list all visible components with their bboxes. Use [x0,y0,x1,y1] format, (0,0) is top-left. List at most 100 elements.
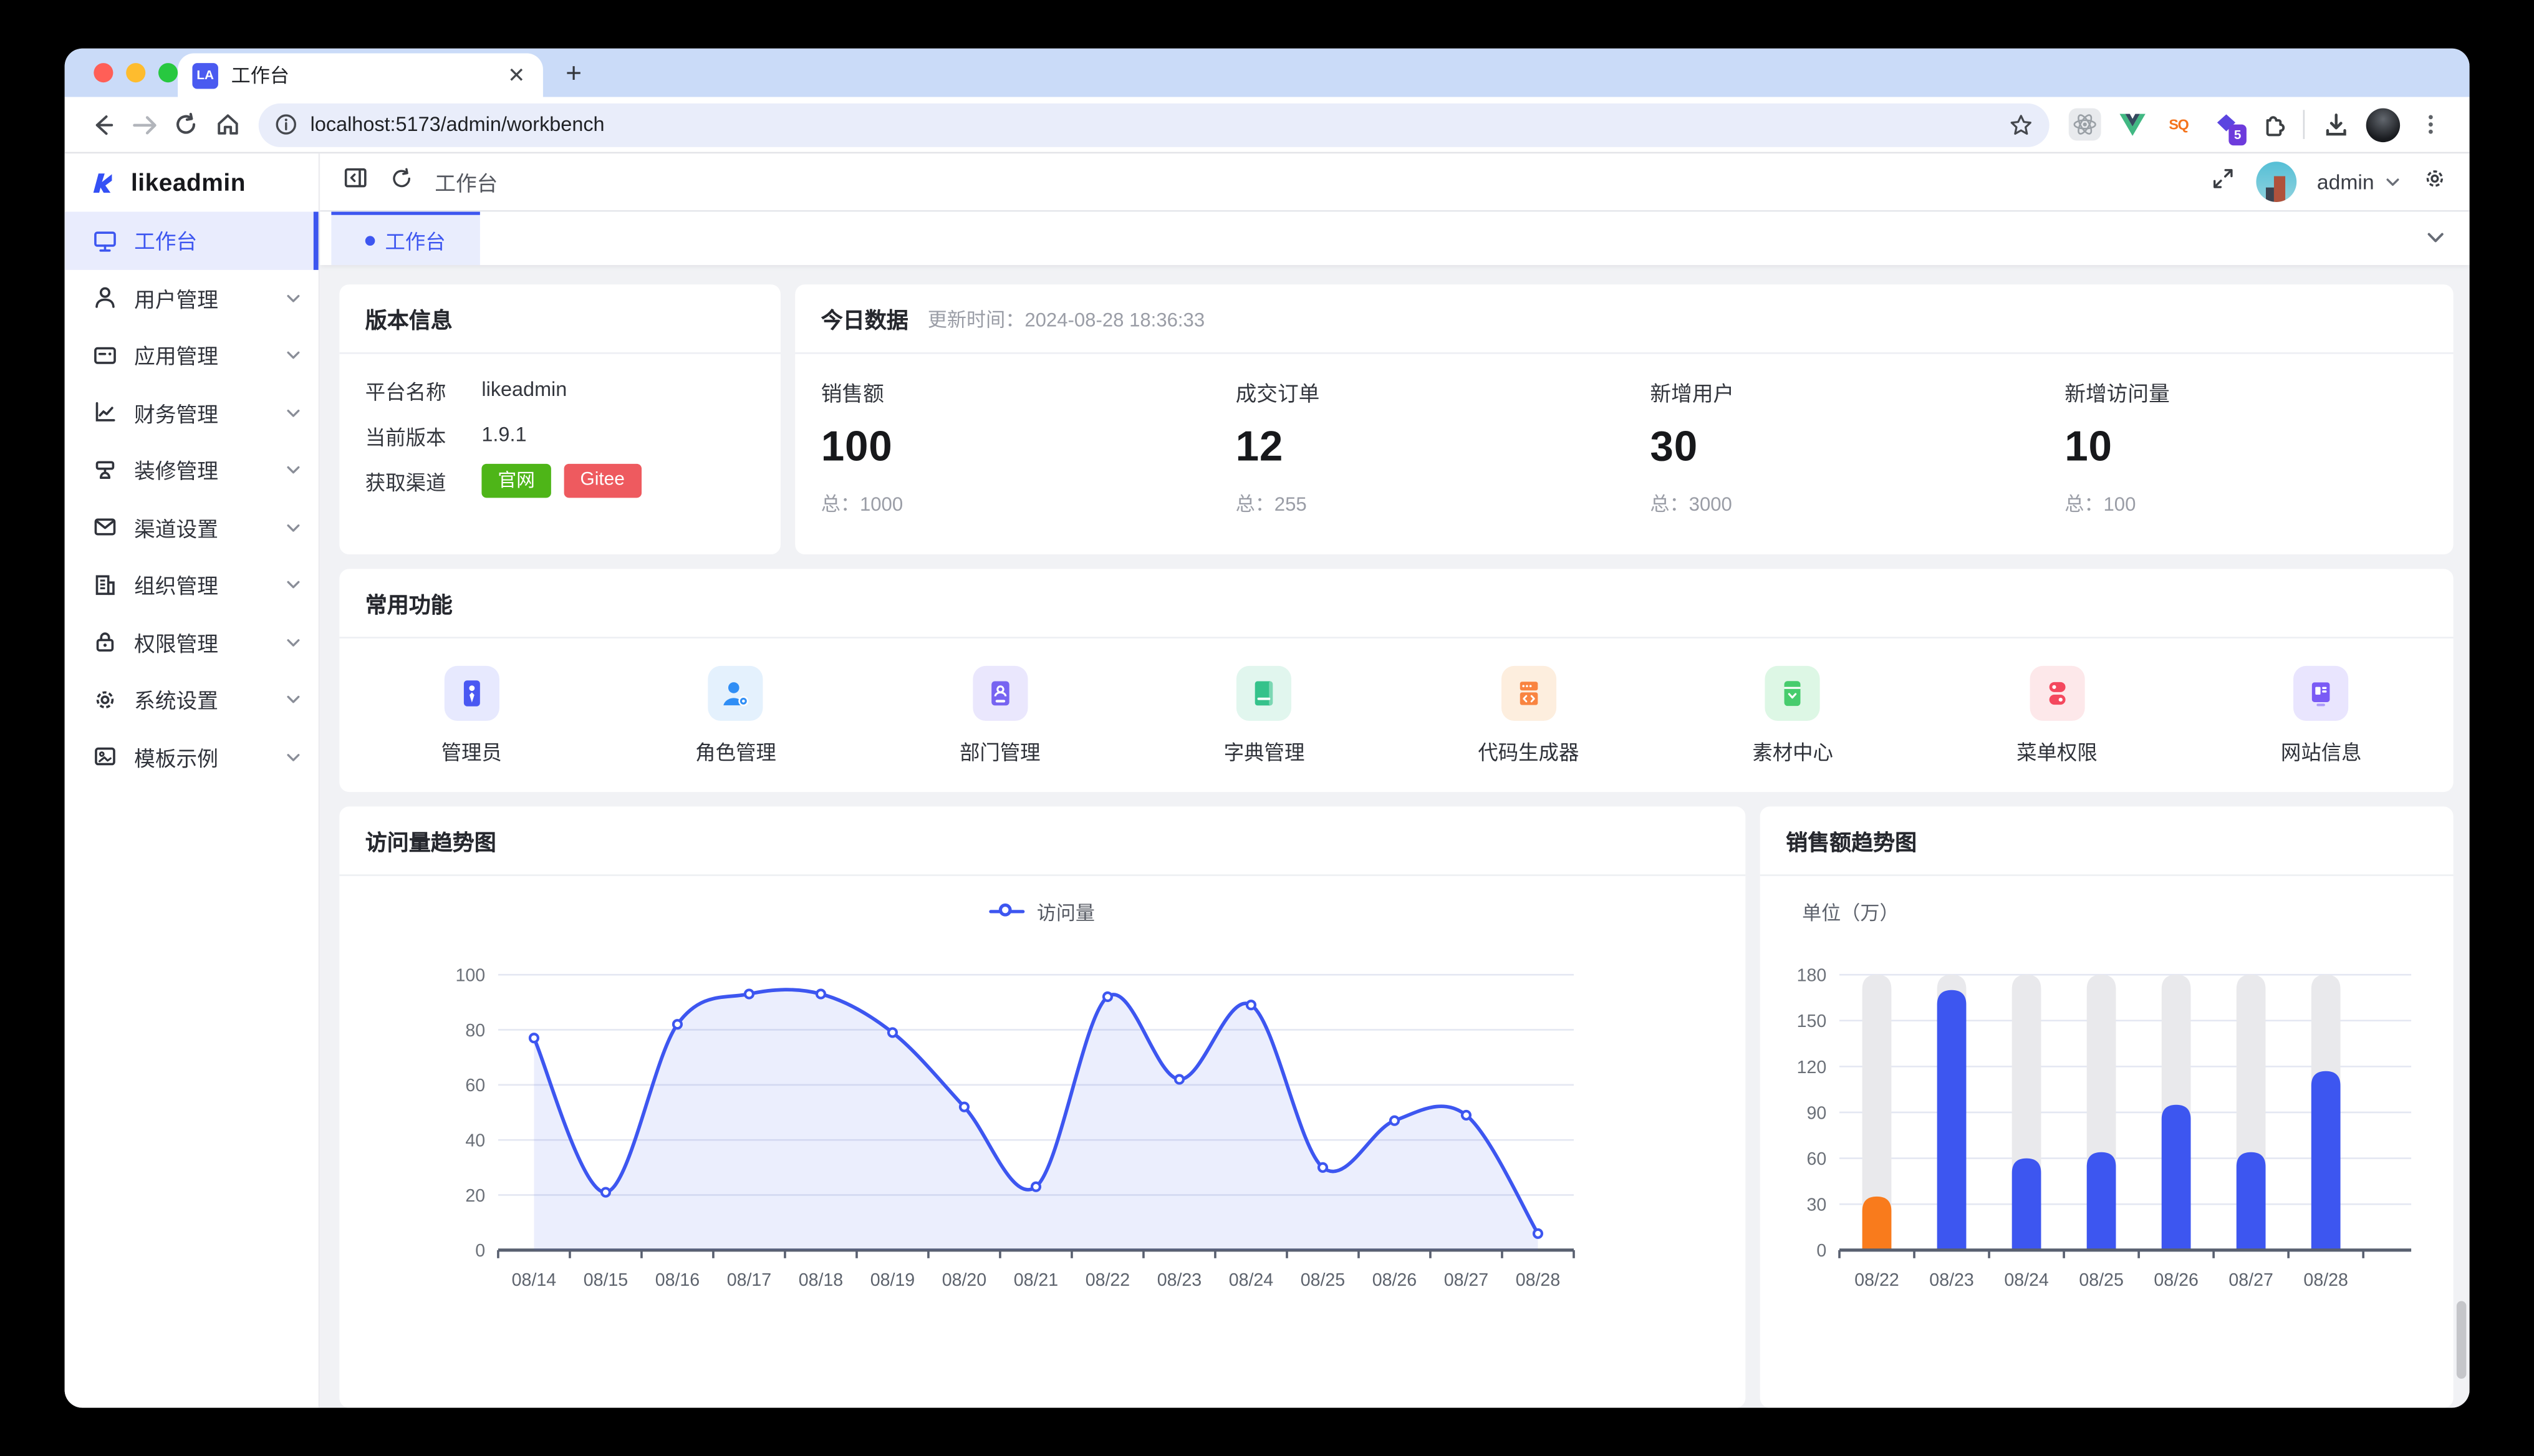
role-user-gear-icon [708,665,763,720]
site-info-icon[interactable] [275,113,297,135]
sidebar-item-template-examples[interactable]: 模板示例 [65,728,319,786]
back-icon[interactable] [81,104,123,145]
settings-gear-icon[interactable] [2422,166,2447,198]
function-material-center[interactable]: 素材中心 [1660,665,1925,766]
main-area: 工作台 admin [320,153,2469,1407]
svg-text:08/26: 08/26 [1372,1270,1417,1290]
sq-extension-icon[interactable]: SQ [2162,108,2195,141]
sidebar-item-organization[interactable]: 组织管理 [65,556,319,614]
official-site-button[interactable]: 官网 [481,463,551,497]
svg-text:08/22: 08/22 [1086,1270,1130,1290]
line-series-legend-icon [990,904,1026,920]
stat-new-users: 新增用户 30 总：3000 [1624,377,2039,554]
svg-text:08/23: 08/23 [1929,1270,1973,1290]
chevron-down-icon [284,461,302,479]
close-window-button[interactable] [94,63,113,82]
stat-orders: 成交订单 12 总：255 [1210,377,1624,554]
svg-text:08/17: 08/17 [727,1270,771,1290]
sider-extension-icon[interactable]: 5 [2209,108,2242,141]
card-title: 销售额趋势图 [1786,824,1917,857]
svg-text:08/20: 08/20 [942,1270,986,1290]
sidebar-item-finance[interactable]: 财务管理 [65,384,319,441]
menu-permissions-toggle-icon [2030,665,2084,720]
svg-text:08/21: 08/21 [1014,1270,1058,1290]
sidebar-item-permissions[interactable]: 权限管理 [65,614,319,671]
function-code-generator[interactable]: 代码生成器 [1396,665,1660,766]
sidebar-item-label: 系统设置 [134,684,268,715]
extensions-row: SQ 5 [2062,107,2453,141]
svg-text:0: 0 [1816,1241,1826,1261]
home-icon[interactable] [207,104,249,145]
visits-trend-card: 访问量趋势图 访问量 02040608010008/1408/1508/1608… [339,806,1745,1407]
function-departments[interactable]: 部门管理 [868,665,1132,766]
sidebar-item-label: 装修管理 [134,455,268,485]
browser-profile-avatar[interactable] [2366,107,2400,141]
function-roles[interactable]: 角色管理 [604,665,868,766]
user-avatar[interactable] [2255,162,2296,202]
bookmark-star-icon[interactable] [2009,112,2033,137]
admin-app: likeadmin 工作台 用户管理 应用管理 [65,153,2470,1407]
function-menu-permissions[interactable]: 菜单权限 [1925,665,2189,766]
react-devtools-icon[interactable] [2069,108,2101,141]
user-icon [92,285,118,311]
tab-close-icon[interactable]: ✕ [504,65,529,86]
function-dictionary[interactable]: 字典管理 [1132,665,1397,766]
monitor-icon [92,228,118,253]
downloads-icon[interactable] [2320,108,2352,141]
sales-bar-chart: 030609012015018008/2208/2308/2408/2508/2… [1760,926,2454,1334]
tag-bar: 工作台 [320,212,2469,266]
sidebar-item-channels[interactable]: 渠道设置 [65,499,319,556]
y-axis-unit-label: 单位（万） [1802,899,2454,926]
function-site-info[interactable]: 网站信息 [2189,665,2454,766]
dictionary-book-icon [1237,665,1292,720]
minimize-window-button[interactable] [126,63,145,82]
svg-text:08/19: 08/19 [870,1270,915,1290]
sidebar-item-system-settings[interactable]: 系统设置 [65,671,319,728]
browser-tab[interactable]: LA 工作台 ✕ [178,54,543,97]
sidebar-item-decoration[interactable]: 装修管理 [65,441,319,499]
new-tab-button[interactable]: + [566,58,582,90]
vue-devtools-icon[interactable] [2116,108,2148,141]
tag-workbench[interactable]: 工作台 [331,212,479,266]
macos-traffic-lights [94,63,178,82]
tab-title: 工作台 [231,61,492,89]
sidebar-item-label: 渠道设置 [134,512,268,542]
card-title: 今日数据 [821,302,908,335]
sidebar-item-applications[interactable]: 应用管理 [65,327,319,384]
admin-badge-icon [444,665,499,720]
function-admin[interactable]: 管理员 [339,665,604,766]
department-idcard-icon [973,665,1028,720]
zoom-window-button[interactable] [158,63,178,82]
collapse-sidebar-icon[interactable] [343,165,369,198]
gitee-button[interactable]: Gitee [564,463,641,497]
stat-new-visits: 新增访问量 10 总：100 [2039,377,2454,554]
svg-text:180: 180 [1797,966,1827,986]
refresh-icon[interactable] [390,166,414,198]
reload-icon[interactable] [165,104,206,145]
today-data-card: 今日数据 更新时间：2024-08-28 18:36:33 销售额 100 总：… [795,284,2453,554]
chart-legend[interactable]: 访问量 [339,897,1745,927]
extensions-puzzle-icon[interactable] [2256,108,2288,141]
svg-text:08/22: 08/22 [1854,1270,1899,1290]
fullscreen-icon[interactable] [2210,166,2235,198]
browser-menu-kebab-icon[interactable] [2414,108,2447,141]
brand[interactable]: likeadmin [65,153,319,211]
channel-row: 获取渠道 官网 Gitee [365,458,755,503]
tagbar-chevron-down-icon[interactable] [2424,226,2447,257]
address-bar[interactable]: localhost:5173/admin/workbench [259,103,2050,147]
user-chevron-down-icon[interactable] [2384,173,2402,191]
username[interactable]: admin [2317,170,2374,194]
sidebar-item-workbench[interactable]: 工作台 [65,212,319,269]
svg-text:120: 120 [1797,1058,1827,1078]
svg-text:08/28: 08/28 [1516,1270,1560,1290]
svg-text:08/14: 08/14 [512,1270,557,1290]
common-functions-card: 常用功能 管理员 [339,569,2453,792]
sidebar-item-users[interactable]: 用户管理 [65,269,319,327]
mail-icon [92,514,118,540]
svg-text:40: 40 [465,1131,485,1151]
browser-toolbar: localhost:5173/admin/workbench SQ 5 [65,97,2470,154]
scrollbar-thumb[interactable] [2457,1301,2467,1379]
forward-icon[interactable] [123,104,165,145]
svg-text:08/24: 08/24 [1229,1270,1274,1290]
chevron-down-icon [284,633,302,651]
